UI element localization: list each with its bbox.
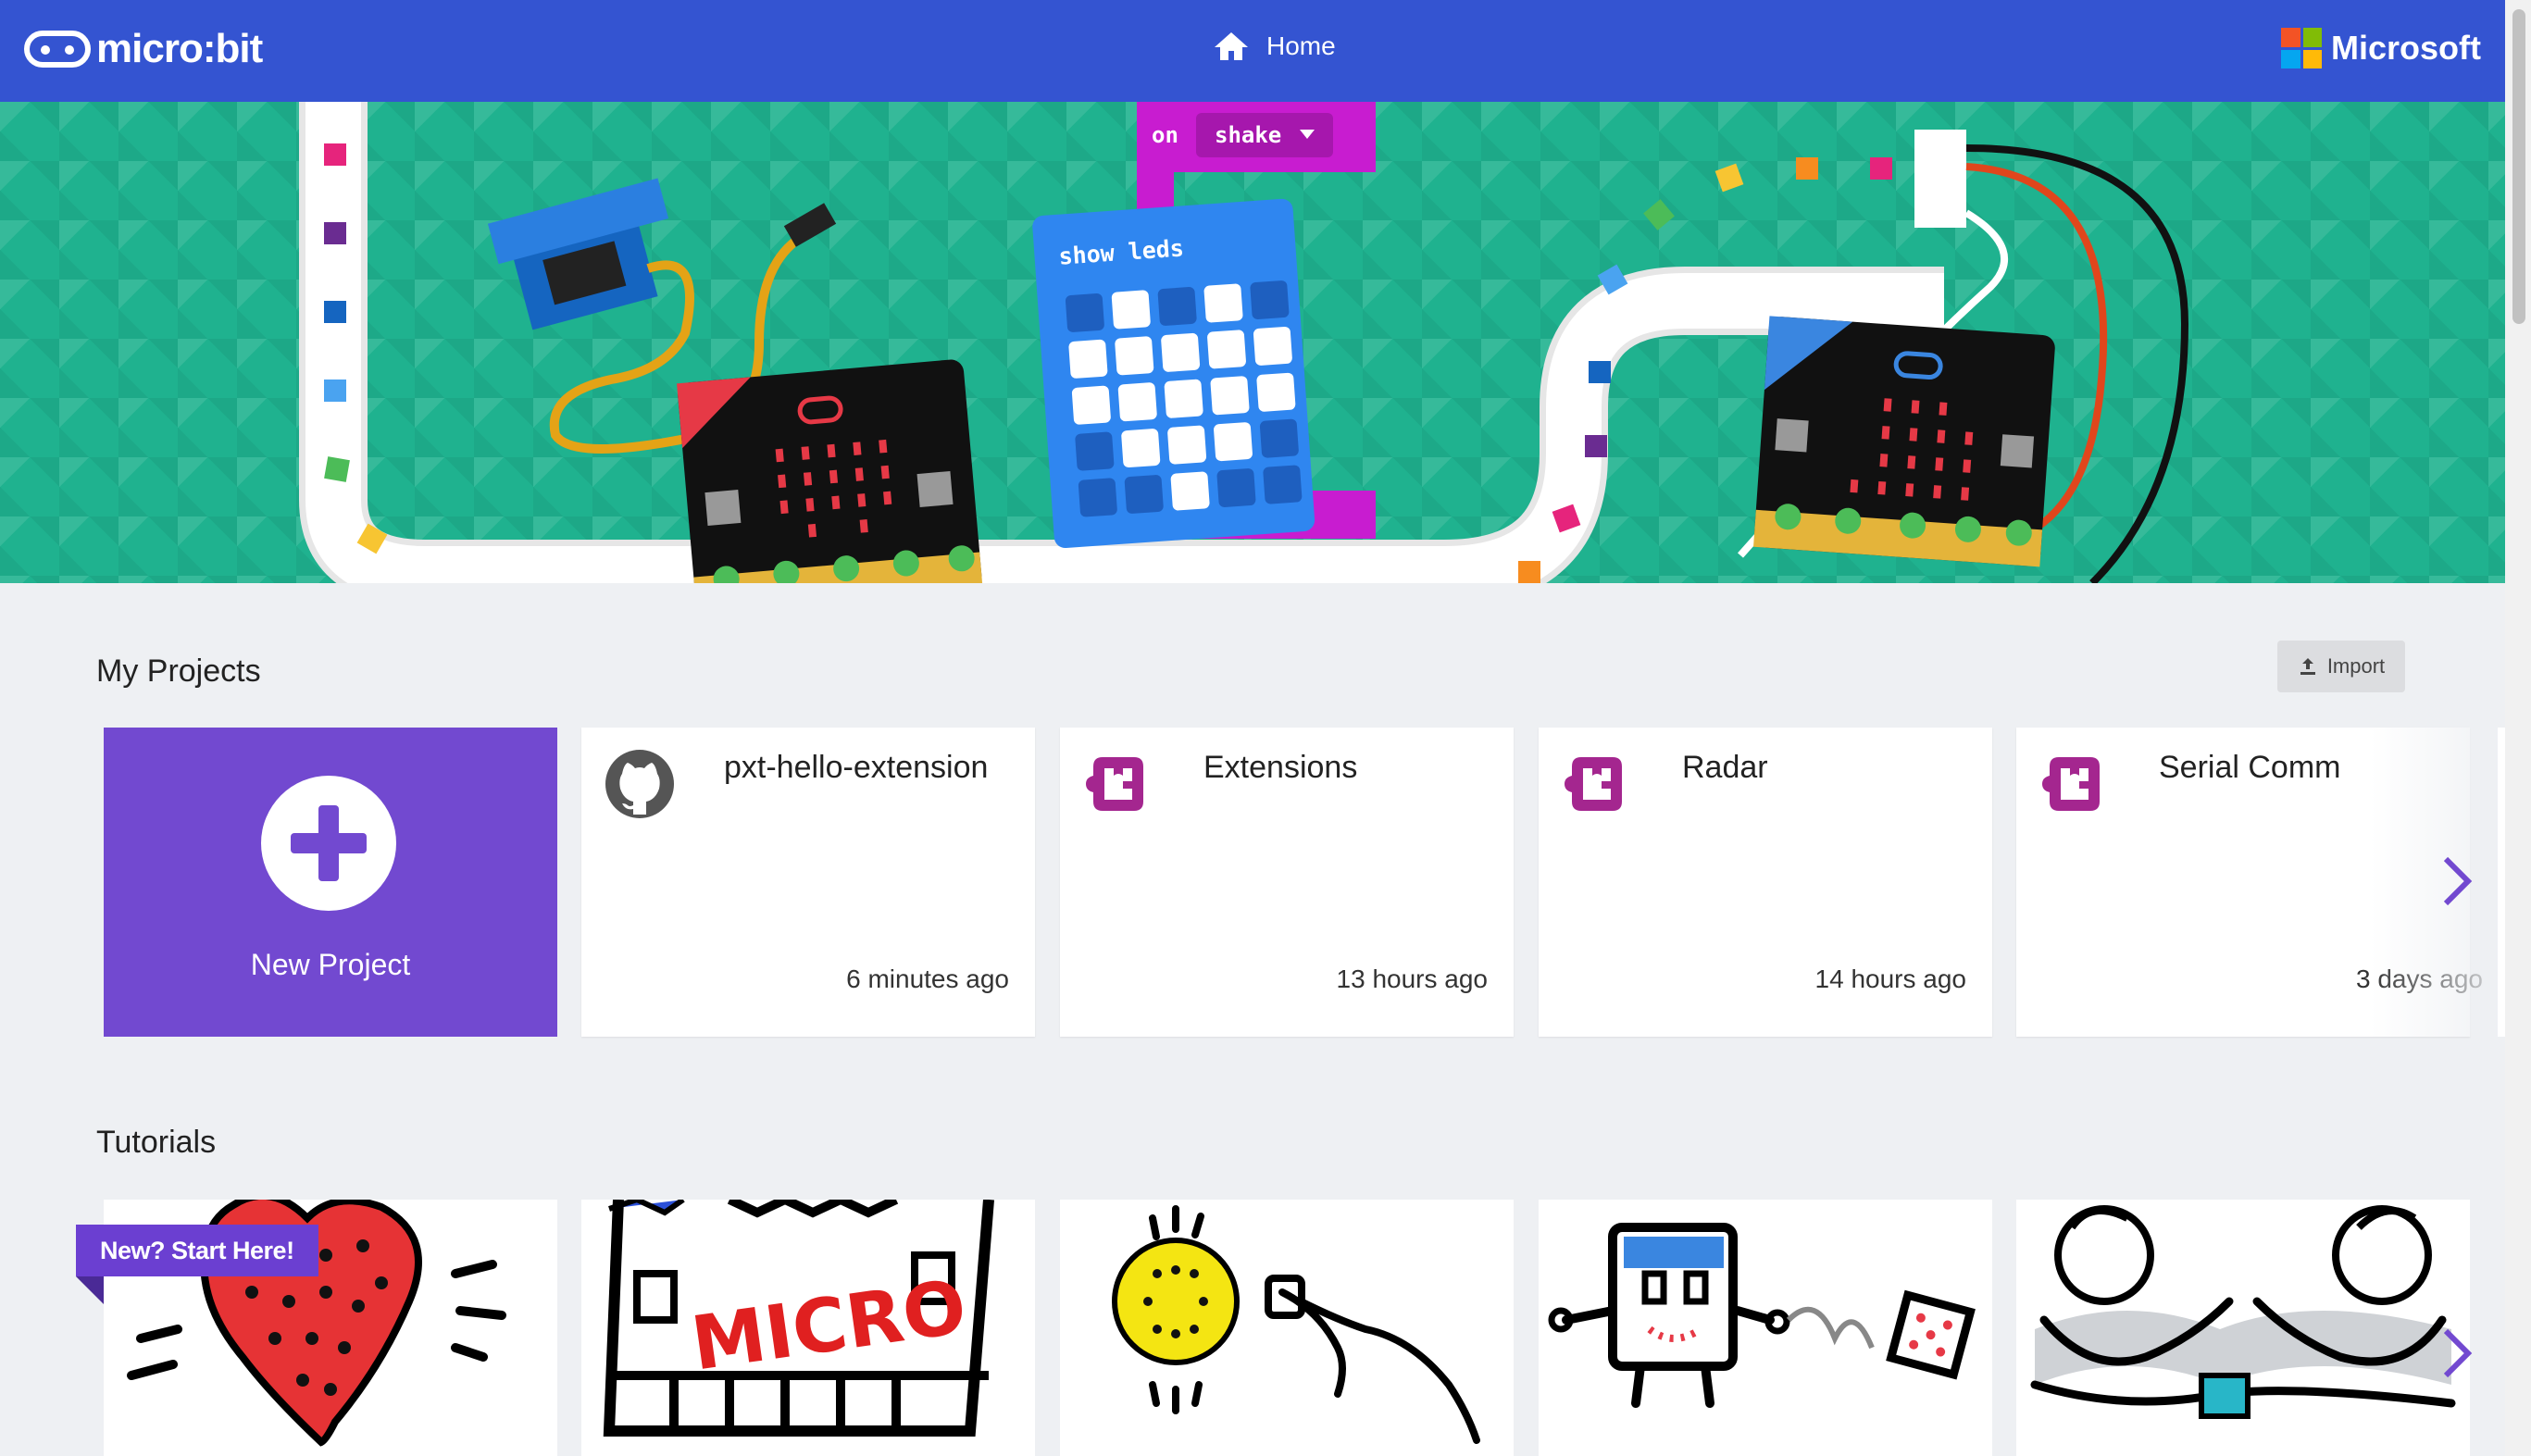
microsoft-squares-icon xyxy=(2281,28,2322,68)
dice-illustration xyxy=(1548,1223,1976,1408)
name-tag-illustration: MICRO xyxy=(603,1200,994,1437)
tutorial-card-rock-paper-scissors[interactable] xyxy=(2016,1200,2470,1456)
microsoft-label: Microsoft xyxy=(2331,29,2481,67)
tutorial-card-smiley-buttons[interactable] xyxy=(1060,1200,1514,1456)
block-dropdown-label: shake xyxy=(1215,122,1281,148)
project-card[interactable]: Extensions 13 hours ago xyxy=(1060,728,1514,1037)
tutorial-card-name-tag[interactable]: MICRO xyxy=(581,1200,1035,1456)
plus-icon xyxy=(261,776,396,911)
my-projects-heading: My Projects xyxy=(96,653,261,689)
home-label: Home xyxy=(1266,31,1336,60)
upload-icon xyxy=(2300,658,2315,675)
players-illustration xyxy=(2030,1205,2456,1419)
logo-text: micro:bit xyxy=(96,26,263,71)
new-project-label: New Project xyxy=(250,948,411,981)
tutorials-next-icon[interactable] xyxy=(2438,1325,2475,1381)
microbit-logo-icon xyxy=(24,31,91,68)
top-bar: micro:bit Home Microsoft xyxy=(0,0,2505,102)
project-time: 14 hours ago xyxy=(1814,964,1966,993)
home-link[interactable]: Home xyxy=(1213,31,1336,62)
import-label: Import xyxy=(2326,654,2386,678)
microbit-board-2 xyxy=(1753,316,2055,567)
project-card[interactable]: Serial Comm 3 days ago xyxy=(2016,728,2483,1037)
project-time: 3 days ago xyxy=(2356,964,2483,993)
new-project-card[interactable]: New Project xyxy=(104,728,557,1037)
scrollbar-thumb[interactable] xyxy=(2512,9,2525,324)
project-title: Extensions xyxy=(1203,750,1358,785)
project-time: 6 minutes ago xyxy=(846,964,1009,993)
page-scrollbar[interactable] xyxy=(2505,0,2531,1456)
makecode-icon xyxy=(1086,757,1143,811)
project-card[interactable]: pxt-hello-extension 6 minutes ago xyxy=(581,728,1035,1037)
carousel-next-icon[interactable] xyxy=(2438,853,2475,909)
project-title: pxt-hello-extension xyxy=(724,750,989,785)
tutorials-heading: Tutorials xyxy=(96,1125,217,1160)
project-card[interactable]: Radar 14 hours ago xyxy=(1539,728,1992,1037)
makecode-icon xyxy=(2042,757,2100,811)
import-button[interactable]: Import xyxy=(2277,641,2405,692)
microsoft-logo[interactable]: Microsoft xyxy=(2281,28,2481,68)
hero-banner: on shake show leds xyxy=(0,102,2505,583)
next-card-peek xyxy=(2498,728,2505,1037)
tutorial-card-dice[interactable] xyxy=(1539,1200,1992,1456)
project-title: Radar xyxy=(1682,750,1768,785)
project-title: Serial Comm xyxy=(2159,750,2341,785)
sun-button-illustration xyxy=(1112,1205,1480,1444)
block-event-label: on xyxy=(1152,122,1178,148)
ribbon-fold xyxy=(76,1276,104,1304)
home-icon xyxy=(1215,32,1248,60)
microbit-board-1 xyxy=(677,359,983,583)
github-icon xyxy=(605,750,674,818)
microbit-logo[interactable]: micro:bit xyxy=(24,26,263,72)
new-start-here-badge: New? Start Here! xyxy=(76,1225,318,1276)
makecode-icon xyxy=(1565,757,1622,811)
project-time: 13 hours ago xyxy=(1336,964,1488,993)
code-blocks: on shake show leds xyxy=(1032,102,1376,549)
